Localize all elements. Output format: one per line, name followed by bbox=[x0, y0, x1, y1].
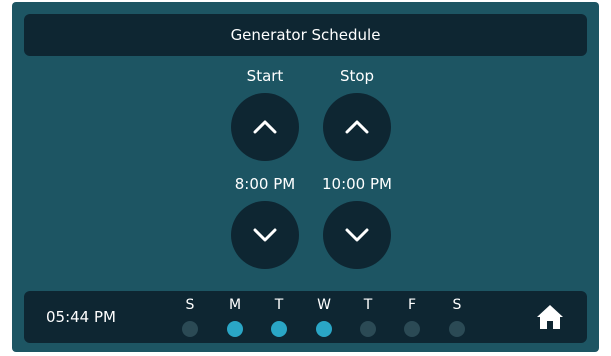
day-letter: W bbox=[317, 297, 331, 313]
home-icon bbox=[537, 305, 563, 329]
day-letter: S bbox=[185, 297, 195, 313]
day-saturday[interactable]: S bbox=[445, 297, 469, 339]
chevron-up-icon bbox=[253, 120, 277, 134]
day-thursday[interactable]: T bbox=[356, 297, 380, 339]
chevron-up-icon bbox=[345, 120, 369, 134]
day-letter: S bbox=[452, 297, 462, 313]
day-tuesday[interactable]: T bbox=[267, 297, 291, 339]
day-monday[interactable]: M bbox=[223, 297, 247, 339]
day-wednesday[interactable]: W bbox=[312, 297, 336, 339]
home-button[interactable] bbox=[533, 301, 567, 333]
day-letter: T bbox=[363, 297, 373, 313]
stop-increase-button[interactable] bbox=[323, 93, 391, 161]
day-letter: M bbox=[228, 297, 242, 313]
stop-decrease-button[interactable] bbox=[323, 201, 391, 269]
day-letter: F bbox=[407, 297, 417, 313]
page-title: Generator Schedule bbox=[230, 26, 381, 44]
day-sunday[interactable]: S bbox=[178, 297, 202, 339]
day-indicator bbox=[404, 321, 420, 337]
day-indicator bbox=[316, 321, 332, 337]
start-label: Start bbox=[246, 67, 284, 85]
start-decrease-button[interactable] bbox=[231, 201, 299, 269]
clock-time: 05:44 PM bbox=[46, 308, 116, 326]
start-increase-button[interactable] bbox=[231, 93, 299, 161]
chevron-down-icon bbox=[253, 228, 277, 242]
chevron-down-icon bbox=[345, 228, 369, 242]
status-bar: 05:44 PM S M T W T F S bbox=[24, 291, 587, 343]
day-friday[interactable]: F bbox=[400, 297, 424, 339]
day-letter: T bbox=[274, 297, 284, 313]
day-indicator bbox=[271, 321, 287, 337]
title-bar: Generator Schedule bbox=[24, 14, 587, 56]
generator-schedule-screen: Generator Schedule Start Stop 8:00 PM 10… bbox=[12, 2, 599, 352]
day-indicator bbox=[227, 321, 243, 337]
stop-time-value: 10:00 PM bbox=[322, 175, 392, 193]
day-indicator bbox=[449, 321, 465, 337]
stop-label: Stop bbox=[339, 67, 375, 85]
day-indicator bbox=[360, 321, 376, 337]
day-indicator bbox=[182, 321, 198, 337]
